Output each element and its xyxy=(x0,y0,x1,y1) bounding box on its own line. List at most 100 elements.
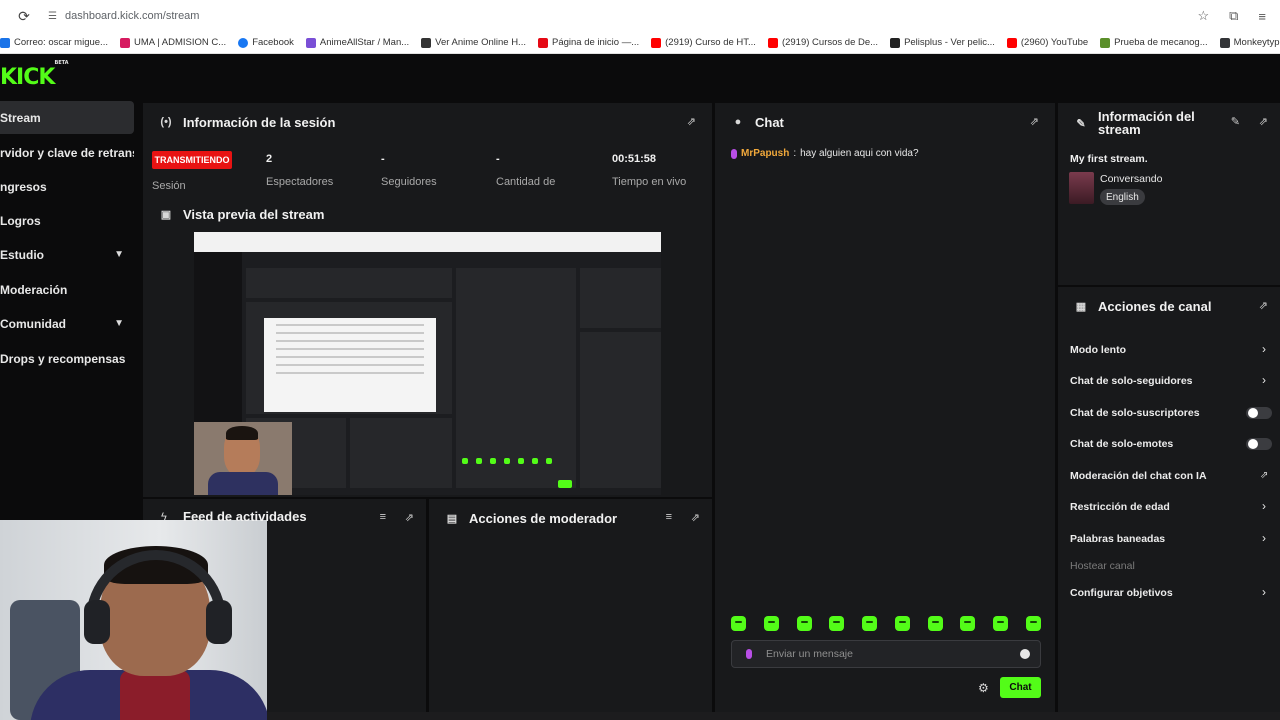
preview-doc-line xyxy=(276,348,424,350)
activity-feed-header: ϟ Feed de actividades xyxy=(143,499,426,537)
send-chat-button[interactable]: Chat xyxy=(1000,677,1041,698)
bookmark-star-icon[interactable]: ☆ xyxy=(1197,8,1209,24)
sidebar-item-moderation[interactable]: Moderación xyxy=(0,273,134,306)
slow-mode-item[interactable]: Modo lento xyxy=(1070,344,1126,356)
sidebar-item-server-key[interactable]: rvidor y clave de retransm xyxy=(0,136,134,169)
popout-icon[interactable]: ⇗ xyxy=(691,511,700,524)
preview-doc-line xyxy=(276,372,424,374)
viewers-label: Espectadores xyxy=(266,176,334,188)
sidebar-item-achievements[interactable]: Logros xyxy=(0,204,134,237)
address-bar[interactable]: ☰ dashboard.kick.com/stream xyxy=(48,10,199,22)
preview-shirt xyxy=(208,472,278,495)
bookmark-favicon-icon xyxy=(1100,37,1111,48)
preview-browser-bar xyxy=(194,232,661,252)
stream-preview-header: ▣ Vista previa del stream xyxy=(143,195,712,233)
chevron-right-icon[interactable]: › xyxy=(1262,342,1266,356)
preview-doc-line xyxy=(276,364,424,366)
emote-icon[interactable] xyxy=(1025,616,1041,631)
sidebar-item-stream[interactable]: Stream xyxy=(0,101,134,134)
banned-words-item[interactable]: Palabras baneadas xyxy=(1070,533,1165,545)
chevron-right-icon[interactable]: › xyxy=(1262,585,1266,599)
bookmark-favicon-icon xyxy=(651,37,662,48)
bookmark-item[interactable]: Monkeytype | A min... xyxy=(1219,37,1280,48)
bookmark-item[interactable]: Facebook xyxy=(238,37,294,48)
preview-chat-button xyxy=(558,480,572,488)
popout-icon[interactable]: ⇗ xyxy=(1259,299,1268,312)
channel-actions-header: ▦ Acciones de canal xyxy=(1058,287,1280,325)
beta-label: BETA xyxy=(54,59,69,66)
bookmark-item[interactable]: UMA | ADMISION C... xyxy=(119,37,226,48)
emote-icon[interactable] xyxy=(960,616,976,631)
sidebar-item-studio[interactable]: Estudio ▼ xyxy=(0,238,134,271)
extensions-icon[interactable]: ⧉ xyxy=(1229,8,1238,24)
chat-username[interactable]: MrPapush xyxy=(741,148,789,159)
bookmark-item[interactable]: (2919) Curso de HT... xyxy=(651,37,756,48)
preview-doc-line xyxy=(276,340,424,342)
emote-icon[interactable] xyxy=(829,616,845,631)
configure-goals-item[interactable]: Configurar objetivos xyxy=(1070,587,1173,599)
bookmark-item[interactable]: Correo: oscar migue... xyxy=(0,37,108,48)
webcam-shirt-stripe xyxy=(120,670,190,720)
kick-logo[interactable]: KICKBETA xyxy=(0,60,69,90)
preview-hair xyxy=(226,426,258,440)
bookmark-item[interactable]: (2960) YouTube xyxy=(1006,37,1088,48)
popout-icon[interactable]: ⇗ xyxy=(687,115,696,128)
lightning-icon: ϟ xyxy=(161,511,167,523)
chat-message-input[interactable]: Enviar un mensaje xyxy=(731,640,1041,668)
chat-settings-gear-icon[interactable]: ⚙ xyxy=(978,681,989,695)
preview-session-panel xyxy=(246,268,452,298)
chevron-right-icon[interactable]: › xyxy=(1262,499,1266,513)
emote-icon[interactable] xyxy=(763,616,779,631)
bookmark-item[interactable]: Ver Anime Online H... xyxy=(421,37,526,48)
chevron-right-icon[interactable]: › xyxy=(1262,531,1266,545)
session-info-header: (•) Información de la sesión xyxy=(143,103,712,141)
popout-icon[interactable]: ⇗ xyxy=(1030,115,1039,128)
site-info-icon[interactable]: ☰ xyxy=(48,11,57,22)
emote-icon[interactable] xyxy=(796,616,812,631)
bookmark-item[interactable]: AnimeAllStar / Man... xyxy=(305,37,409,48)
reading-list-icon[interactable]: ≡ xyxy=(1258,9,1266,24)
stream-preview-video[interactable] xyxy=(194,232,661,495)
webcam-overlay xyxy=(0,520,267,720)
emote-icon[interactable] xyxy=(862,616,878,631)
external-link-icon[interactable]: ⇗ xyxy=(1260,470,1268,481)
panel-title: Chat xyxy=(755,114,784,130)
emote-icon[interactable] xyxy=(927,616,943,631)
preview-doc-line xyxy=(276,356,424,358)
chat-bubble-icon: ● xyxy=(734,116,742,128)
reload-icon[interactable]: ⟳ xyxy=(0,8,48,25)
bookmark-item[interactable]: Pelisplus - Ver pelic... xyxy=(890,37,995,48)
sidebar-item-community[interactable]: Comunidad ▼ xyxy=(0,307,134,340)
preview-mod-panel xyxy=(350,418,452,488)
emote-icon[interactable] xyxy=(894,616,910,631)
emote-icon[interactable] xyxy=(731,616,746,631)
bookmark-item[interactable]: Página de inicio —... xyxy=(537,37,639,48)
stream-category[interactable]: Conversando xyxy=(1100,173,1162,185)
bookmarks-bar: Correo: oscar migue... UMA | ADMISION C.… xyxy=(0,32,1280,54)
preview-emote-icon xyxy=(504,458,510,464)
bookmark-item[interactable]: Prueba de mecanog... xyxy=(1100,37,1208,48)
popout-icon[interactable]: ⇗ xyxy=(1259,115,1268,128)
emote-icon[interactable] xyxy=(993,616,1009,631)
viewers-value: 2 xyxy=(266,153,273,165)
emoji-picker-icon[interactable] xyxy=(1020,649,1030,659)
document-icon: ▤ xyxy=(446,512,458,525)
bookmark-item[interactable]: (2919) Cursos de De... xyxy=(767,37,878,48)
sidebar-item-drops[interactable]: Drops y recompensas xyxy=(0,342,134,375)
filter-icon[interactable]: ≡ xyxy=(666,511,672,523)
ai-moderation-item[interactable]: Moderación del chat con IA xyxy=(1070,470,1207,482)
preview-webcam xyxy=(194,422,292,495)
user-badge-icon xyxy=(746,649,752,659)
subscribers-only-toggle[interactable] xyxy=(1246,407,1272,419)
sidebar-item-income[interactable]: ngresos xyxy=(0,170,134,203)
followers-only-chat-item[interactable]: Chat de solo-seguidores xyxy=(1070,375,1193,387)
chevron-right-icon[interactable]: › xyxy=(1262,373,1266,387)
age-restriction-item[interactable]: Restricción de edad xyxy=(1070,501,1170,513)
emotes-only-toggle[interactable] xyxy=(1246,438,1272,450)
followers-value: - xyxy=(381,153,385,165)
stream-title: My first stream. xyxy=(1070,153,1148,165)
preview-doc-line xyxy=(276,332,424,334)
edit-pencil-icon[interactable]: ✎ xyxy=(1231,115,1240,128)
preview-emote-icon xyxy=(476,458,482,464)
browser-toolbar: ⟳ ☰ dashboard.kick.com/stream ☆ ⧉ ≡ xyxy=(0,0,1280,32)
